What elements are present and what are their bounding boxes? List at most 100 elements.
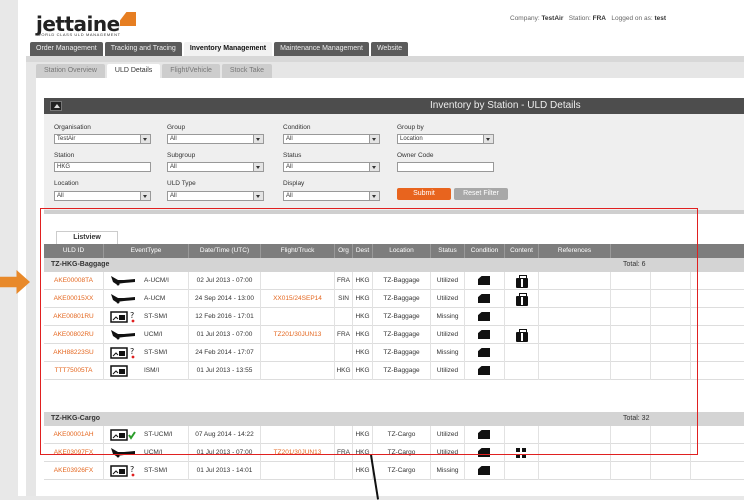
- uld-id-cell[interactable]: AKE03926FX: [44, 462, 104, 480]
- content-cell: [505, 326, 539, 344]
- table-row[interactable]: AKE00802RU UCM/I 01 Jul 2013 - 07:00 TZ201/…: [44, 326, 744, 344]
- uld-id-cell[interactable]: AKE00001AH: [44, 426, 104, 444]
- reset-filter-button[interactable]: Reset Filter: [454, 188, 508, 200]
- uld-id-cell[interactable]: AKE00008TA: [44, 272, 104, 290]
- col-references[interactable]: References: [539, 244, 611, 258]
- panel-header: Inventory by Station - ULD Details: [44, 98, 744, 114]
- flight-cell[interactable]: TZ201/30JUN13: [261, 444, 335, 462]
- tab-order-management[interactable]: Order Management: [30, 42, 103, 56]
- dest-cell: HKG: [353, 272, 373, 290]
- tab-listview[interactable]: Listview: [56, 231, 118, 244]
- table-row[interactable]: AKE00008TA A-UCM/I 02 Jul 2013 - 07:00 FRA H…: [44, 272, 744, 290]
- subgroup-select[interactable]: All: [167, 162, 264, 172]
- col-uld-id[interactable]: ULD ID: [44, 244, 104, 258]
- status-cell: Utilized: [431, 272, 465, 290]
- chevron-down-icon: [140, 192, 150, 200]
- flight-cell[interactable]: [261, 426, 335, 444]
- references-cell: [539, 344, 611, 362]
- condition-icon: [478, 466, 490, 475]
- flight-cell[interactable]: XX015/24SEP14: [261, 290, 335, 308]
- extra-cell: [611, 344, 651, 362]
- group-by-select[interactable]: Location: [397, 134, 494, 144]
- table-row[interactable]: AKE00001AH ST-UCM/I 07 Aug 2014 - 14:22 HKG…: [44, 426, 744, 444]
- uld-id-cell[interactable]: TTT75005TA: [44, 362, 104, 380]
- uld-type-select[interactable]: All: [167, 191, 264, 201]
- col-event-type[interactable]: EventType: [104, 244, 189, 258]
- dest-cell: HKG: [353, 462, 373, 480]
- group-name: TZ-HKG-Cargo: [51, 415, 100, 422]
- col-location[interactable]: Location: [373, 244, 431, 258]
- location-cell: TZ-Baggage: [373, 344, 431, 362]
- tab-website[interactable]: Website: [370, 42, 409, 56]
- group-total: Total: 32: [623, 415, 650, 422]
- date-cell: 01 Jul 2013 - 07:00: [189, 444, 261, 462]
- col-org[interactable]: Org: [335, 244, 353, 258]
- extra-cell: [651, 462, 691, 480]
- condition-cell: [465, 326, 505, 344]
- uld-id-cell[interactable]: AKE00015XX: [44, 290, 104, 308]
- condition-icon: [478, 330, 490, 339]
- uld-id-cell[interactable]: AKH88223SU: [44, 344, 104, 362]
- table-row[interactable]: AKE00801RU? ST-SM/I 12 Feb 2016 - 17:01 HKG…: [44, 308, 744, 326]
- owner-code-input[interactable]: [397, 162, 494, 172]
- event-cell: A-UCM: [104, 290, 189, 308]
- tab-uld-details[interactable]: ULD Details: [106, 64, 161, 78]
- tab-inventory-management[interactable]: Inventory Management: [183, 42, 273, 56]
- tab-maintenance-management[interactable]: Maintenance Management: [274, 42, 369, 56]
- tab-flight-vehicle[interactable]: Flight/Vehicle: [162, 64, 220, 78]
- group-header-baggage[interactable]: TZ-HKG-Baggage Total: 6: [44, 258, 744, 272]
- col-dest[interactable]: Dest: [353, 244, 373, 258]
- sub-tabs: Station Overview ULD Details Flight/Vehi…: [36, 64, 273, 78]
- table-row[interactable]: AKE00015XX A-UCM 24 Sep 2014 - 13:00 XX015/…: [44, 290, 744, 308]
- flight-cell[interactable]: [261, 272, 335, 290]
- condition-icon: [478, 430, 490, 439]
- uld-id-cell[interactable]: AKE00802RU: [44, 326, 104, 344]
- table-row[interactable]: AKH88223SU? ST-SM/I 24 Feb 2014 - 17:07 HKG…: [44, 344, 744, 362]
- group-name: TZ-HKG-Baggage: [51, 261, 110, 268]
- org-cell: FRA: [335, 326, 353, 344]
- table-row[interactable]: AKE03926FX? ST-SM/I 01 Jul 2013 - 14:01 HKG…: [44, 462, 744, 480]
- table-row[interactable]: TTT75005TA ISM/I 01 Jul 2013 - 13:55 HKG HKG…: [44, 362, 744, 380]
- condition-cell: [465, 444, 505, 462]
- status-select[interactable]: All: [283, 162, 380, 172]
- col-status[interactable]: Status: [431, 244, 465, 258]
- organisation-select[interactable]: TestAir: [54, 134, 151, 144]
- col-flight-truck[interactable]: Flight/Truck: [261, 244, 335, 258]
- flight-cell[interactable]: [261, 308, 335, 326]
- table-row[interactable]: AKE03097FX UCM/I 01 Jul 2013 - 07:00 TZ201/…: [44, 444, 744, 462]
- flight-cell[interactable]: TZ201/30JUN13: [261, 326, 335, 344]
- content-cell: [505, 362, 539, 380]
- submit-button[interactable]: Submit: [397, 188, 451, 200]
- station-input[interactable]: HKG: [54, 162, 151, 172]
- location-select[interactable]: All: [54, 191, 151, 201]
- date-cell: 01 Jul 2013 - 07:00: [189, 326, 261, 344]
- uld-id-cell[interactable]: AKE00801RU: [44, 308, 104, 326]
- uld-type-label: ULD Type: [167, 180, 196, 187]
- col-date-time[interactable]: Date/Time (UTC): [189, 244, 261, 258]
- location-cell: TZ-Cargo: [373, 462, 431, 480]
- org-cell: [335, 426, 353, 444]
- logo-tagline: WORLD CLASS ULD MANAGEMENT: [37, 32, 121, 37]
- dest-cell: HKG: [353, 344, 373, 362]
- col-condition[interactable]: Condition: [465, 244, 505, 258]
- condition-cell: [465, 290, 505, 308]
- chevron-down-icon: [483, 135, 493, 143]
- flight-cell[interactable]: [261, 462, 335, 480]
- display-select[interactable]: All: [283, 191, 380, 201]
- group-header-cargo[interactable]: TZ-HKG-Cargo Total: 32: [44, 412, 744, 426]
- svg-text:?: ?: [130, 347, 134, 356]
- collapse-icon[interactable]: [50, 101, 62, 111]
- condition-icon: [478, 276, 490, 285]
- tab-station-overview[interactable]: Station Overview: [36, 64, 105, 78]
- flight-cell[interactable]: [261, 344, 335, 362]
- event-type-icon: [110, 364, 138, 386]
- event-cell: ISM/I: [104, 362, 189, 380]
- tab-tracking-tracing[interactable]: Tracking and Tracing: [104, 42, 182, 56]
- uld-id-cell[interactable]: AKE03097FX: [44, 444, 104, 462]
- group-select[interactable]: All: [167, 134, 264, 144]
- org-cell: SIN: [335, 290, 353, 308]
- condition-select[interactable]: All: [283, 134, 380, 144]
- col-content[interactable]: Content: [505, 244, 539, 258]
- tab-stock-take[interactable]: Stock Take: [221, 64, 273, 78]
- flight-cell[interactable]: [261, 362, 335, 380]
